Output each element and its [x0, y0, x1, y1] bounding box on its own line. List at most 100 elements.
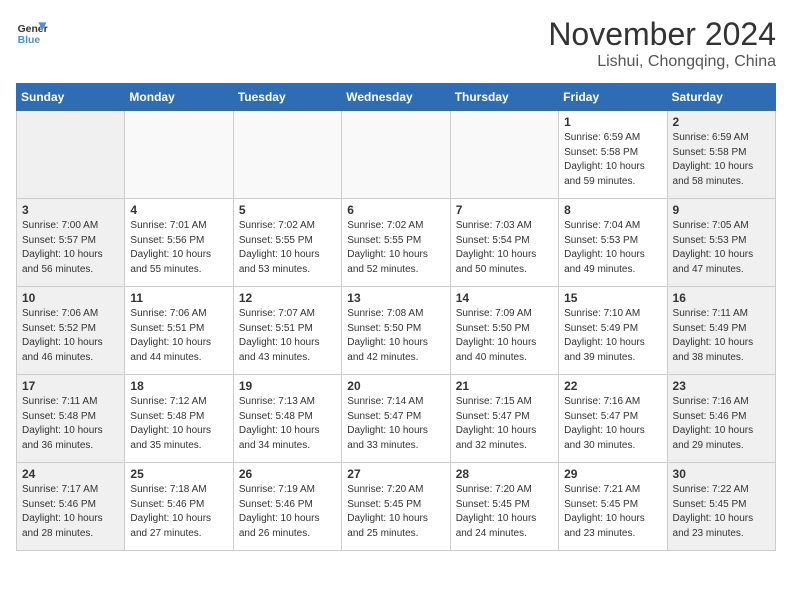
day-number: 25: [130, 467, 227, 481]
day-info: Sunrise: 7:02 AM Sunset: 5:55 PM Dayligh…: [347, 219, 444, 277]
day-number: 1: [564, 115, 661, 129]
calendar-cell: 2 Sunrise: 6:59 AM Sunset: 5:58 PM Daylig…: [667, 111, 775, 199]
day-info: Sunrise: 7:20 AM Sunset: 5:45 PM Dayligh…: [347, 483, 444, 541]
calendar-cell: 10 Sunrise: 7:06 AM Sunset: 5:52 PM Dayli…: [17, 287, 125, 375]
day-number: 9: [673, 203, 770, 217]
calendar-cell: 28Sunrise: 7:20 AM Sunset: 5:45 PM Dayli…: [450, 463, 558, 551]
weekday-header-sunday: Sunday: [17, 84, 125, 111]
day-number: 27: [347, 467, 444, 481]
calendar-cell: 11 Sunrise: 7:06 AM Sunset: 5:51 PM Dayli…: [125, 287, 233, 375]
day-number: 12: [239, 291, 336, 305]
day-info: Sunrise: 7:10 AM Sunset: 5:49 PM Dayligh…: [564, 307, 661, 365]
day-number: 3: [22, 203, 119, 217]
calendar-cell: 1 Sunrise: 6:59 AM Sunset: 5:58 PM Daylig…: [559, 111, 667, 199]
calendar-cell: 3 Sunrise: 7:00 AM Sunset: 5:57 PM Daylig…: [17, 199, 125, 287]
day-info: Sunrise: 7:22 AM Sunset: 5:45 PM Dayligh…: [673, 483, 770, 541]
day-number: 13: [347, 291, 444, 305]
day-number: 29: [564, 467, 661, 481]
day-info: Sunrise: 7:16 AM Sunset: 5:46 PM Dayligh…: [673, 395, 770, 453]
calendar-cell: 13Sunrise: 7:08 AM Sunset: 5:50 PM Dayli…: [342, 287, 450, 375]
calendar-cell: 6 Sunrise: 7:02 AM Sunset: 5:55 PM Daylig…: [342, 199, 450, 287]
calendar-cell: 24 Sunrise: 7:17 AM Sunset: 5:46 PM Dayli…: [17, 463, 125, 551]
calendar-cell: 17Sunrise: 7:11 AM Sunset: 5:48 PM Dayli…: [17, 375, 125, 463]
location: Lishui, Chongqing, China: [548, 53, 776, 71]
calendar-cell: 21 Sunrise: 7:15 AM Sunset: 5:47 PM Dayli…: [450, 375, 558, 463]
day-info: Sunrise: 7:07 AM Sunset: 5:51 PM Dayligh…: [239, 307, 336, 365]
day-info: Sunrise: 7:02 AM Sunset: 5:55 PM Dayligh…: [239, 219, 336, 277]
day-number: 2: [673, 115, 770, 129]
day-number: 10: [22, 291, 119, 305]
day-info: Sunrise: 7:04 AM Sunset: 5:53 PM Dayligh…: [564, 219, 661, 277]
svg-text:Blue: Blue: [18, 35, 41, 46]
title-block: November 2024 Lishui, Chongqing, China: [548, 16, 776, 71]
calendar-cell: [125, 111, 233, 199]
calendar-cell: 25 Sunrise: 7:18 AM Sunset: 5:46 PM Dayli…: [125, 463, 233, 551]
day-info: Sunrise: 7:05 AM Sunset: 5:53 PM Dayligh…: [673, 219, 770, 277]
day-number: 8: [564, 203, 661, 217]
day-number: 18: [130, 379, 227, 393]
calendar-cell: 16 Sunrise: 7:11 AM Sunset: 5:49 PM Dayli…: [667, 287, 775, 375]
day-number: 15: [564, 291, 661, 305]
day-info: Sunrise: 6:59 AM Sunset: 5:58 PM Dayligh…: [564, 131, 661, 189]
calendar-cell: 4Sunrise: 7:01 AM Sunset: 5:56 PM Daylig…: [125, 199, 233, 287]
weekday-header-friday: Friday: [559, 84, 667, 111]
weekday-header-saturday: Saturday: [667, 84, 775, 111]
day-info: Sunrise: 7:18 AM Sunset: 5:46 PM Dayligh…: [130, 483, 227, 541]
week-row-4: 17Sunrise: 7:11 AM Sunset: 5:48 PM Dayli…: [17, 375, 776, 463]
calendar-cell: 18Sunrise: 7:12 AM Sunset: 5:48 PM Dayli…: [125, 375, 233, 463]
day-info: Sunrise: 7:15 AM Sunset: 5:47 PM Dayligh…: [456, 395, 553, 453]
day-info: Sunrise: 7:20 AM Sunset: 5:45 PM Dayligh…: [456, 483, 553, 541]
day-number: 26: [239, 467, 336, 481]
day-info: Sunrise: 7:17 AM Sunset: 5:46 PM Dayligh…: [22, 483, 119, 541]
calendar-cell: 22 Sunrise: 7:16 AM Sunset: 5:47 PM Dayli…: [559, 375, 667, 463]
day-number: 7: [456, 203, 553, 217]
calendar-cell: 20 Sunrise: 7:14 AM Sunset: 5:47 PM Dayli…: [342, 375, 450, 463]
day-number: 22: [564, 379, 661, 393]
calendar-cell: [342, 111, 450, 199]
day-number: 30: [673, 467, 770, 481]
day-info: Sunrise: 7:11 AM Sunset: 5:49 PM Dayligh…: [673, 307, 770, 365]
day-info: Sunrise: 7:14 AM Sunset: 5:47 PM Dayligh…: [347, 395, 444, 453]
day-info: Sunrise: 7:00 AM Sunset: 5:57 PM Dayligh…: [22, 219, 119, 277]
calendar-cell: 27 Sunrise: 7:20 AM Sunset: 5:45 PM Dayli…: [342, 463, 450, 551]
day-info: Sunrise: 7:06 AM Sunset: 5:52 PM Dayligh…: [22, 307, 119, 365]
logo: General Blue: [16, 16, 48, 48]
calendar-cell: 14 Sunrise: 7:09 AM Sunset: 5:50 PM Dayli…: [450, 287, 558, 375]
day-number: 21: [456, 379, 553, 393]
logo-icon: General Blue: [16, 16, 48, 48]
week-row-3: 10 Sunrise: 7:06 AM Sunset: 5:52 PM Dayli…: [17, 287, 776, 375]
week-row-5: 24 Sunrise: 7:17 AM Sunset: 5:46 PM Dayli…: [17, 463, 776, 551]
day-info: Sunrise: 7:09 AM Sunset: 5:50 PM Dayligh…: [456, 307, 553, 365]
day-number: 14: [456, 291, 553, 305]
day-info: Sunrise: 7:13 AM Sunset: 5:48 PM Dayligh…: [239, 395, 336, 453]
day-info: Sunrise: 7:19 AM Sunset: 5:46 PM Dayligh…: [239, 483, 336, 541]
calendar-cell: [233, 111, 341, 199]
weekday-header-row: SundayMondayTuesdayWednesdayThursdayFrid…: [17, 84, 776, 111]
day-info: Sunrise: 7:21 AM Sunset: 5:45 PM Dayligh…: [564, 483, 661, 541]
day-number: 16: [673, 291, 770, 305]
calendar-cell: 30 Sunrise: 7:22 AM Sunset: 5:45 PM Dayli…: [667, 463, 775, 551]
weekday-header-wednesday: Wednesday: [342, 84, 450, 111]
day-number: 5: [239, 203, 336, 217]
week-row-2: 3 Sunrise: 7:00 AM Sunset: 5:57 PM Daylig…: [17, 199, 776, 287]
calendar-cell: 9 Sunrise: 7:05 AM Sunset: 5:53 PM Daylig…: [667, 199, 775, 287]
calendar-cell: [17, 111, 125, 199]
day-number: 23: [673, 379, 770, 393]
month-title: November 2024: [548, 16, 776, 53]
week-row-1: 1 Sunrise: 6:59 AM Sunset: 5:58 PM Daylig…: [17, 111, 776, 199]
day-info: Sunrise: 6:59 AM Sunset: 5:58 PM Dayligh…: [673, 131, 770, 189]
calendar-cell: 29 Sunrise: 7:21 AM Sunset: 5:45 PM Dayli…: [559, 463, 667, 551]
day-info: Sunrise: 7:06 AM Sunset: 5:51 PM Dayligh…: [130, 307, 227, 365]
day-info: Sunrise: 7:16 AM Sunset: 5:47 PM Dayligh…: [564, 395, 661, 453]
calendar-cell: [450, 111, 558, 199]
day-number: 11: [130, 291, 227, 305]
day-number: 24: [22, 467, 119, 481]
day-number: 20: [347, 379, 444, 393]
calendar-table: SundayMondayTuesdayWednesdayThursdayFrid…: [16, 83, 776, 551]
day-number: 6: [347, 203, 444, 217]
calendar-cell: 5 Sunrise: 7:02 AM Sunset: 5:55 PM Daylig…: [233, 199, 341, 287]
day-info: Sunrise: 7:03 AM Sunset: 5:54 PM Dayligh…: [456, 219, 553, 277]
calendar-cell: 23 Sunrise: 7:16 AM Sunset: 5:46 PM Dayli…: [667, 375, 775, 463]
day-info: Sunrise: 7:01 AM Sunset: 5:56 PM Dayligh…: [130, 219, 227, 277]
calendar-cell: 7 Sunrise: 7:03 AM Sunset: 5:54 PM Daylig…: [450, 199, 558, 287]
